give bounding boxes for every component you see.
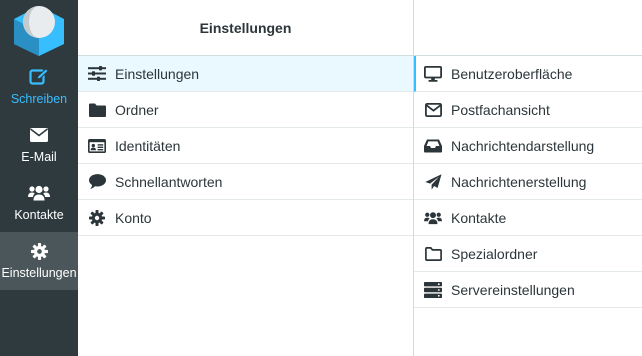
- settings-item-identities[interactable]: Identitäten: [78, 128, 413, 164]
- envelope-icon: [0, 126, 78, 144]
- settings-item-label: Einstellungen: [115, 65, 200, 82]
- sections-panel: Benutzeroberfläche Postfachansicht Nachr…: [414, 0, 642, 356]
- nav-settings-button[interactable]: Einstellungen: [0, 232, 78, 290]
- section-item-label: Benutzeroberfläche: [451, 65, 573, 82]
- inbox-icon: [424, 138, 442, 154]
- section-item-label: Nachrichtendarstellung: [451, 137, 595, 154]
- settings-panel-title: Einstellungen: [78, 0, 413, 56]
- nav-mail-label: E-Mail: [21, 150, 57, 164]
- settings-item-label: Schnellantworten: [115, 173, 223, 190]
- section-item-addressbook[interactable]: Kontakte: [414, 200, 642, 236]
- id-card-icon: [88, 138, 106, 154]
- comment-icon: [88, 174, 106, 190]
- nav-compose-label: Schreiben: [10, 92, 68, 106]
- edit-icon: [0, 68, 78, 86]
- gear-icon: [0, 242, 78, 260]
- nav-contacts-label: Kontakte: [14, 208, 64, 222]
- folder-icon: [88, 102, 106, 118]
- users-icon: [0, 184, 78, 202]
- envelope-outline-icon: [424, 102, 442, 118]
- section-item-general[interactable]: Benutzeroberfläche: [414, 56, 642, 92]
- paper-plane-icon: [424, 173, 442, 190]
- nav-mail-button[interactable]: E-Mail: [0, 116, 78, 174]
- nav-contacts-button[interactable]: Kontakte: [0, 174, 78, 232]
- settings-item-label: Ordner: [115, 101, 159, 118]
- section-item-label: Kontakte: [451, 209, 507, 226]
- settings-item-responses[interactable]: Schnellantworten: [78, 164, 413, 200]
- section-item-label: Servereinstellungen: [451, 281, 575, 298]
- settings-item-account[interactable]: Konto: [78, 200, 413, 236]
- settings-item-preferences[interactable]: Einstellungen: [78, 56, 413, 92]
- section-item-server[interactable]: Servereinstellungen: [414, 272, 642, 308]
- sliders-icon: [88, 66, 106, 82]
- section-item-compose[interactable]: Nachrichtenerstellung: [414, 164, 642, 200]
- sections-header: [414, 0, 642, 56]
- nav-rail: Schreiben E-Mail Kontakte Einstellungen: [0, 0, 78, 356]
- settings-panel: Einstellungen Einstellungen Ordner Ident…: [78, 0, 414, 356]
- nav-compose-button[interactable]: Schreiben: [0, 58, 78, 116]
- nav-settings-label: Einstellungen: [1, 266, 77, 280]
- section-item-label: Spezialordner: [451, 245, 538, 262]
- app-logo[interactable]: [12, 4, 66, 56]
- section-item-folders[interactable]: Spezialordner: [414, 236, 642, 272]
- users-icon: [424, 210, 442, 226]
- section-item-mailbox[interactable]: Postfachansicht: [414, 92, 642, 128]
- section-item-label: Nachrichtenerstellung: [451, 173, 587, 190]
- settings-item-label: Identitäten: [115, 137, 181, 154]
- settings-item-folders[interactable]: Ordner: [78, 92, 413, 128]
- desktop-icon: [424, 65, 442, 82]
- folder-outline-icon: [424, 246, 442, 262]
- settings-item-label: Konto: [115, 209, 152, 226]
- section-item-mailview[interactable]: Nachrichtendarstellung: [414, 128, 642, 164]
- gear-icon: [88, 209, 106, 226]
- section-item-label: Postfachansicht: [451, 101, 550, 118]
- server-icon: [424, 281, 442, 298]
